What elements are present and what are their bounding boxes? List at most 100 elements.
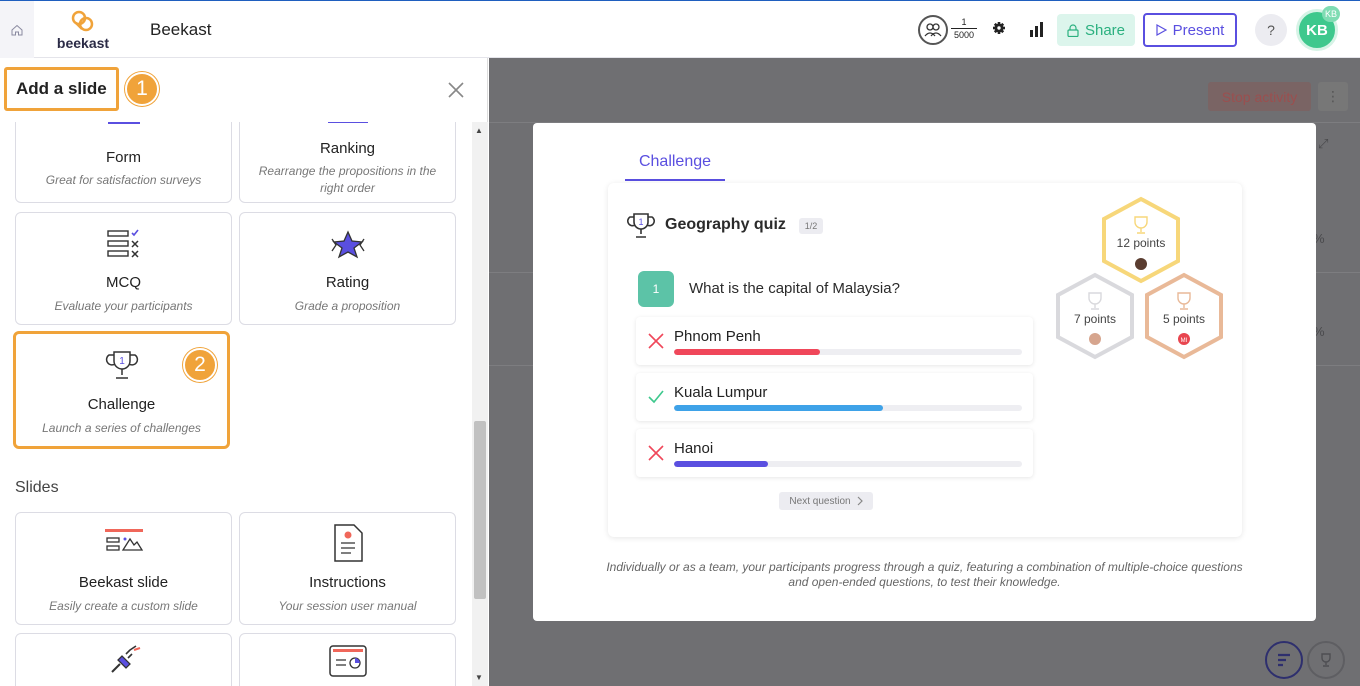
participants-counter[interactable]: 1 5000 — [918, 14, 978, 46]
check-icon — [648, 390, 664, 404]
card-desc: Great for satisfaction surveys — [45, 173, 202, 187]
home-icon — [11, 24, 23, 35]
top-bar: beekast Beekast 1 5000 Share Present ? K… — [0, 0, 1360, 58]
hex-second-place: 7 points — [1056, 272, 1134, 360]
card-mcq[interactable]: MCQ Evaluate your participants — [15, 212, 232, 325]
hex-label: 5 points — [1163, 312, 1205, 326]
hex-label: 12 points — [1117, 236, 1166, 250]
hex-avatar-initials: MI — [1181, 338, 1188, 344]
answer-option: Phnom Penh — [636, 317, 1033, 365]
card-desc: Rearrange the propositions in the right … — [258, 164, 437, 195]
card-title: Ranking — [319, 140, 376, 157]
cross-icon — [648, 445, 664, 461]
bar-chart-icon[interactable] — [1029, 21, 1045, 37]
challenge-description: Individually or as a team, your particip… — [606, 560, 1243, 589]
card-instructions[interactable]: Instructions Your session user manual — [239, 512, 456, 625]
instructions-icon — [333, 524, 363, 562]
logo-text: beekast — [56, 35, 110, 51]
stop-activity-button[interactable]: Stop activity — [1208, 82, 1311, 111]
chevron-right-icon — [857, 496, 863, 506]
card-integration[interactable] — [15, 633, 232, 686]
lock-icon — [1067, 23, 1079, 37]
card-title: Instructions — [309, 574, 386, 591]
hex-first-place: 12 points — [1102, 196, 1180, 284]
trophy-icon: 1 — [626, 213, 656, 238]
answer-bar-track — [674, 405, 1022, 411]
scroll-down-arrow-icon[interactable]: ▼ — [475, 673, 483, 682]
answer-option: Kuala Lumpur — [636, 373, 1033, 421]
card-desc: Evaluate your participants — [54, 299, 193, 313]
avatar-badge: KB — [1322, 6, 1340, 22]
cross-icon — [648, 333, 664, 349]
card-desc: Your session user manual — [278, 599, 417, 613]
card-title: MCQ — [106, 274, 141, 291]
more-options-icon[interactable]: ⋮ — [1318, 82, 1348, 111]
card-title: Rating — [325, 274, 370, 291]
participants-fraction: 1 5000 — [951, 16, 977, 41]
panel-title: Add a slide — [16, 79, 107, 98]
card-rating[interactable]: Rating Grade a proposition — [239, 212, 456, 325]
present-button[interactable]: Present — [1143, 13, 1237, 47]
quiz-count-badge: 1/2 — [799, 218, 823, 234]
close-icon[interactable] — [446, 80, 466, 100]
tab-challenge[interactable]: Challenge — [625, 153, 725, 181]
trophy-small-icon — [1321, 653, 1331, 667]
help-button[interactable]: ? — [1255, 14, 1287, 46]
trophy-button[interactable] — [1307, 641, 1345, 679]
card-desc: Easily create a custom slide — [49, 599, 198, 613]
results-button[interactable] — [1265, 641, 1303, 679]
next-question-button[interactable]: Next question — [779, 492, 873, 510]
results-icon — [1278, 653, 1290, 667]
participants-max: 5000 — [953, 30, 975, 40]
card-title: Form — [106, 149, 141, 166]
question-text: What is the capital of Malaysia? — [689, 280, 900, 297]
answer-label: Phnom Penh — [674, 328, 761, 345]
step-badge-1: 1 — [125, 72, 159, 106]
panel-scrollbar[interactable]: ▲ ▼ — [472, 122, 488, 686]
slides-section-label: Slides — [15, 479, 59, 496]
next-question-label: Next question — [789, 495, 851, 507]
participants-current: 1 — [951, 16, 977, 29]
svg-text:1: 1 — [119, 356, 125, 367]
participants-icon — [918, 15, 948, 45]
trophy-icon: 1 — [105, 351, 138, 379]
scroll-up-arrow-icon[interactable]: ▲ — [475, 126, 483, 135]
card-ranking[interactable]: Ranking Rearrange the propositions in th… — [239, 122, 456, 203]
home-button[interactable] — [0, 1, 34, 58]
panel-title-highlight: Add a slide — [4, 67, 119, 111]
answer-label: Kuala Lumpur — [674, 384, 768, 401]
answer-bar-track — [674, 349, 1022, 355]
answer-bar-track — [674, 461, 1022, 467]
share-button[interactable]: Share — [1057, 14, 1135, 46]
add-slide-panel: Add a slide 1 Form Great for satisfactio… — [0, 58, 488, 686]
challenge-preview-modal: Challenge 1 Geography quiz 1/2 1 What is… — [533, 123, 1316, 621]
answer-bar-fill — [674, 405, 883, 411]
answer-label: Hanoi — [674, 440, 714, 457]
card-form[interactable]: Form Great for satisfaction surveys — [15, 122, 232, 203]
quiz-title: Geography quiz — [665, 216, 786, 233]
beekast-logo[interactable]: beekast — [52, 9, 114, 51]
step-badge-2: 2 — [183, 348, 217, 382]
mcq-icon — [106, 229, 139, 258]
gear-icon[interactable] — [990, 19, 1008, 37]
hex-label: 7 points — [1074, 312, 1116, 326]
answer-option: Hanoi — [636, 429, 1033, 477]
hex-third-place: 5 points MI — [1145, 272, 1223, 360]
expand-icon[interactable]: ⤢ — [1318, 136, 1342, 160]
card-desc: Grade a proposition — [294, 299, 401, 313]
rating-icon — [330, 230, 365, 259]
presentation-icon — [328, 645, 367, 677]
card-beekast-slide[interactable]: Beekast slide Easily create a custom sli… — [15, 512, 232, 625]
slide-type-list[interactable]: Form Great for satisfaction surveys Rank… — [0, 122, 488, 686]
question-number: 1 — [638, 271, 674, 307]
bee-logo-icon — [71, 10, 94, 32]
card-title: Challenge — [87, 396, 156, 413]
card-title: Beekast slide — [78, 574, 169, 591]
scroll-thumb[interactable] — [474, 421, 486, 599]
plug-icon — [110, 645, 140, 673]
app-title: Beekast — [150, 20, 212, 39]
answer-bar-fill — [674, 349, 821, 355]
card-desc: Launch a series of challenges — [42, 421, 201, 435]
card-presentation[interactable] — [239, 633, 456, 686]
slide-icon — [104, 529, 143, 551]
